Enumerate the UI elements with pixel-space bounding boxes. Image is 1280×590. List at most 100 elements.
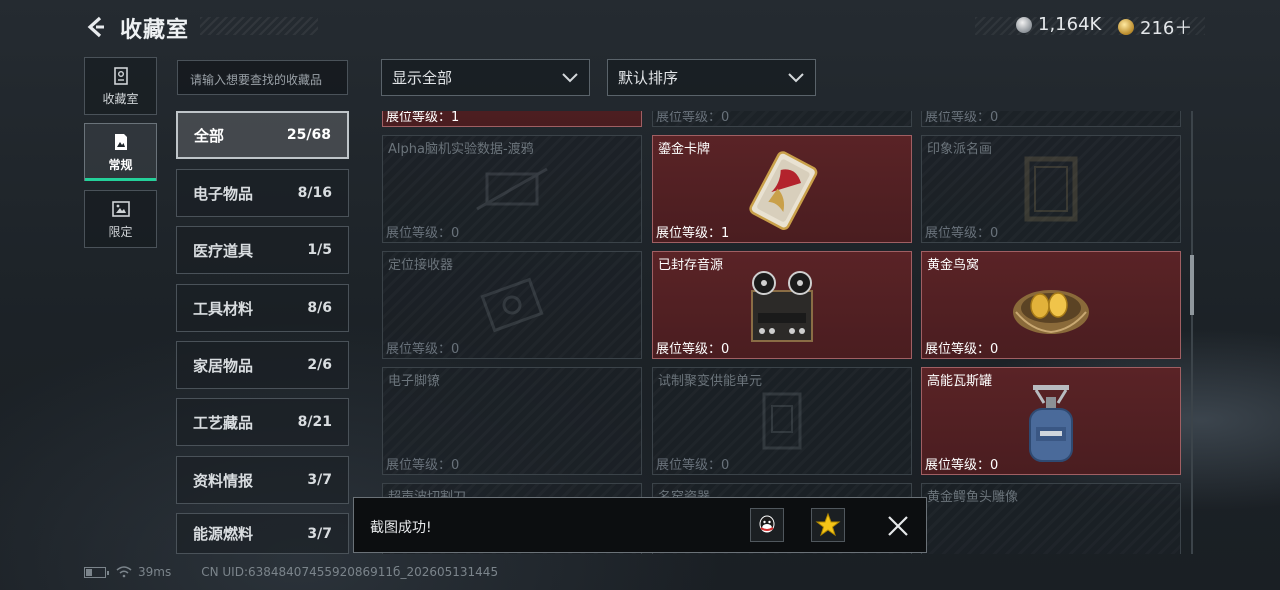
grid-scrollbar-thumb[interactable]: [1190, 255, 1194, 315]
collection-item-card[interactable]: 定位接收器 展位等级：0: [382, 251, 642, 359]
category-count: 3/7: [307, 472, 332, 488]
side-tab-label: 收藏室: [102, 91, 139, 106]
side-tab-collection-room[interactable]: 收藏室: [84, 57, 157, 115]
display-filter-dropdown[interactable]: 显示全部: [381, 59, 590, 96]
category-label: 工具材料: [193, 299, 254, 318]
collection-item-card[interactable]: 展位等级：0: [652, 111, 912, 127]
brain-data-icon: [476, 167, 548, 211]
category-count: 2/6: [307, 357, 332, 373]
category-household[interactable]: 家居物品 2/6: [176, 341, 349, 389]
side-tab-limited[interactable]: 限定: [84, 190, 157, 248]
category-label: 电子物品: [193, 184, 254, 203]
category-count: 8/6: [307, 300, 332, 316]
qq-icon: [759, 515, 775, 533]
display-filter-value: 显示全部: [392, 69, 453, 87]
collection-item-card[interactable]: 高能瓦斯罐 展位等级：0: [921, 367, 1181, 475]
category-tools[interactable]: 工具材料 8/6: [176, 284, 349, 332]
screenshot-toast: 截图成功!: [353, 497, 927, 553]
collection-item-card[interactable]: 展位等级：0: [921, 111, 1181, 127]
grid-scrollbar[interactable]: [1191, 111, 1193, 554]
item-level: 展位等级：0: [386, 226, 460, 241]
gold-coin-icon: [1118, 19, 1134, 35]
close-icon[interactable]: [886, 514, 910, 538]
chevron-down-icon: [562, 72, 578, 82]
side-tab-label: 限定: [108, 224, 133, 239]
category-count: 3/7: [307, 525, 332, 542]
collection-item-card[interactable]: 黄金鳄鱼头雕像: [921, 483, 1181, 554]
active-indicator: [85, 178, 156, 181]
item-name: 鎏金卡牌: [658, 142, 711, 157]
collection-item-card[interactable]: 已封存音源 展位等级：0: [652, 251, 912, 359]
page-title: 收藏室: [120, 18, 190, 43]
gilded-card-icon: [749, 151, 818, 231]
star-icon: [815, 512, 841, 537]
item-name: 已封存音源: [658, 258, 724, 273]
golden-nest-icon: [1013, 290, 1089, 335]
search-input[interactable]: 请输入想要查找的收藏品: [177, 60, 348, 95]
category-label: 家居物品: [193, 356, 254, 375]
share-qzone-button[interactable]: [811, 508, 845, 542]
receiver-icon: [480, 277, 544, 333]
reel-to-reel-icon: [751, 271, 813, 343]
sort-value: 默认排序: [618, 69, 679, 87]
category-count: 8/16: [297, 185, 332, 201]
category-label: 医疗道具: [193, 241, 254, 260]
collection-item-card[interactable]: 印象派名画 展位等级：0: [921, 135, 1181, 243]
collection-item-card[interactable]: 鎏金卡牌 展位等级：1: [652, 135, 912, 243]
item-name: 试制聚变供能单元: [658, 374, 763, 389]
category-label: 工艺藏品: [193, 413, 254, 432]
collection-item-card[interactable]: 电子脚镣 展位等级：0: [382, 367, 642, 475]
category-label: 全部: [194, 126, 225, 145]
silver-coin-icon: [1016, 16, 1032, 33]
category-label: 资料情报: [193, 471, 254, 490]
item-level: 展位等级：0: [925, 458, 999, 473]
back-arrow-icon[interactable]: [84, 15, 108, 39]
category-energy[interactable]: 能源燃料 3/7: [176, 513, 349, 554]
wifi-icon: [116, 566, 132, 578]
currency-silver[interactable]: 1,164K: [1016, 14, 1101, 35]
collection-room-icon: [113, 66, 128, 85]
gas-canister-icon: [1029, 385, 1073, 463]
collection-grid: 展位等级：1 展位等级：0 展位等级：0 Alpha脑机实验数据-渡鸦 展位等级…: [382, 111, 1183, 554]
share-qq-button[interactable]: [750, 508, 784, 542]
collection-item-card[interactable]: 试制聚变供能单元 展位等级：0: [652, 367, 912, 475]
collection-item-card[interactable]: Alpha脑机实验数据-渡鸦 展位等级：0: [382, 135, 642, 243]
side-tab-label: 常规: [108, 157, 133, 172]
category-count: 25/68: [286, 127, 331, 143]
ping-value: 39ms: [138, 565, 172, 579]
item-level: 展位等级：1: [386, 111, 460, 125]
user-uid: CN UID:6384840745592086911б_202605131445: [201, 565, 499, 579]
category-intel[interactable]: 资料情报 3/7: [176, 456, 349, 504]
item-name: Alpha脑机实验数据-渡鸦: [388, 142, 534, 157]
painting-frame-icon: [1024, 156, 1078, 222]
item-level: 展位等级：0: [386, 458, 460, 473]
side-tab-regular[interactable]: 常规: [84, 123, 157, 181]
item-level: 展位等级：0: [656, 342, 730, 357]
collection-item-card[interactable]: 展位等级：1: [382, 111, 642, 127]
item-level: 展位等级：0: [925, 226, 999, 241]
item-name: 定位接收器: [388, 258, 454, 273]
item-name: 黄金鸟窝: [927, 258, 980, 273]
item-level: 展位等级：0: [925, 342, 999, 357]
battery-icon: [84, 566, 109, 578]
category-count: 1/5: [307, 242, 332, 258]
sort-dropdown[interactable]: 默认排序: [607, 59, 816, 96]
currency-gold[interactable]: 216＋: [1118, 14, 1192, 40]
status-footer: 39ms CN UID:6384840745592086911б_2026051…: [84, 565, 498, 579]
silver-amount: 1,164K: [1038, 14, 1102, 35]
item-level: 展位等级：0: [925, 111, 999, 125]
category-electronics[interactable]: 电子物品 8/16: [176, 169, 349, 217]
collection-item-card[interactable]: 黄金鸟窝 展位等级：0: [921, 251, 1181, 359]
item-level: 展位等级：0: [656, 458, 730, 473]
category-crafts[interactable]: 工艺藏品 8/21: [176, 398, 349, 446]
chevron-down-icon: [788, 72, 804, 82]
category-label: 能源燃料: [193, 525, 254, 543]
item-level: 展位等级：0: [386, 342, 460, 357]
title-decoration: [200, 17, 318, 35]
category-medical[interactable]: 医疗道具 1/5: [176, 226, 349, 274]
item-name: 高能瓦斯罐: [927, 374, 993, 389]
item-name: 电子脚镣: [388, 374, 441, 389]
item-name: 印象派名画: [927, 142, 993, 157]
category-all[interactable]: 全部 25/68: [176, 111, 349, 159]
category-count: 8/21: [297, 414, 332, 430]
